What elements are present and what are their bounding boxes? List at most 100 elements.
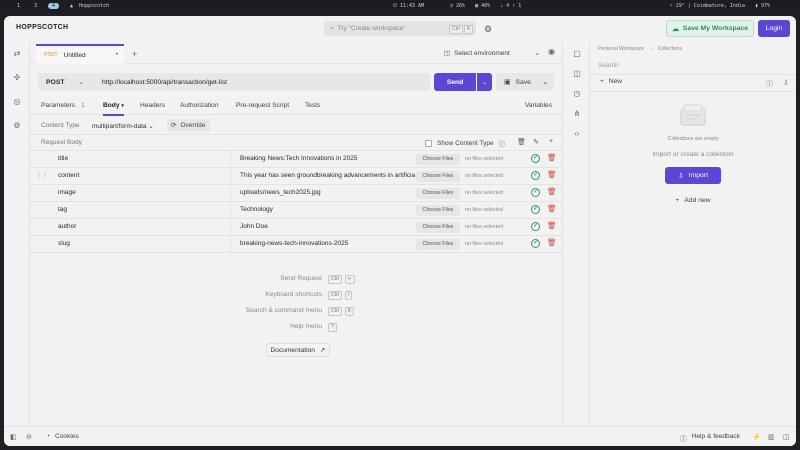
- form-value[interactable]: This year has seen groundbreaking advanc…: [240, 172, 415, 179]
- form-value[interactable]: Technology: [240, 206, 415, 213]
- import-icon[interactable]: ⇩: [783, 79, 789, 87]
- choose-files-button[interactable]: Choose Files: [416, 238, 460, 250]
- choose-files-button[interactable]: Choose Files: [416, 187, 460, 199]
- unsaved-indicator[interactable]: •: [116, 52, 118, 58]
- save-workspace-button[interactable]: ☁ Save My Workspace: [666, 20, 754, 37]
- tab-authorization[interactable]: Authorization: [180, 102, 219, 109]
- side-panel-tabs: ▢ ◫ ◷ ⋔ ‹›: [562, 41, 590, 426]
- form-value[interactable]: uploads/news_tech2025.jpg: [240, 189, 415, 196]
- show-content-type-checkbox[interactable]: [425, 139, 432, 147]
- history-icon[interactable]: ◷: [572, 89, 582, 99]
- shortcut-key: Ctrl: [328, 307, 342, 316]
- workspace-switcher[interactable]: 1 3 4 ▲ Hoppscotch: [14, 3, 115, 9]
- form-key[interactable]: image: [58, 189, 76, 196]
- new-collection-button[interactable]: + New: [600, 78, 622, 85]
- enabled-check-icon[interactable]: ✓: [531, 238, 540, 248]
- delete-row-icon[interactable]: 🗑: [547, 153, 557, 163]
- choose-files-button[interactable]: Choose Files: [416, 170, 460, 182]
- rest-icon[interactable]: ⇄: [12, 49, 22, 59]
- breadcrumb-workspace[interactable]: Personal Workspace: [598, 46, 644, 52]
- add-tab-button[interactable]: +: [132, 49, 137, 59]
- form-value[interactable]: Breaking News:Tech Innovations in 2025: [240, 155, 415, 162]
- enabled-check-icon[interactable]: ✓: [531, 153, 540, 163]
- share-icon[interactable]: ⋔: [572, 109, 582, 119]
- tab-headers[interactable]: Headers: [140, 102, 165, 109]
- help-feedback-button[interactable]: ⓘ Help & feedback: [680, 433, 740, 443]
- brand-logo[interactable]: HOPPSCOTCH: [16, 24, 68, 31]
- import-icon: ⇩: [678, 172, 684, 180]
- collections-panel: Personal Workspace › Collections Search …: [590, 41, 796, 426]
- drag-handle-icon[interactable]: ⋮⋮: [36, 172, 48, 179]
- minimize-icon[interactable]: ⊖: [26, 433, 32, 441]
- graphql-icon[interactable]: ✣: [12, 73, 22, 83]
- split-view-icon[interactable]: ◫: [783, 433, 790, 441]
- choose-files-button[interactable]: Choose Files: [416, 221, 460, 233]
- environments-layers-icon[interactable]: ◫: [572, 69, 582, 79]
- help-circle-icon[interactable]: ⓘ: [499, 138, 506, 148]
- form-key[interactable]: content: [58, 172, 79, 179]
- delete-row-icon[interactable]: 🗑: [547, 170, 557, 180]
- add-icon[interactable]: +: [549, 138, 553, 145]
- shortcuts-icon[interactable]: ⚡: [752, 433, 761, 441]
- realtime-globe-icon[interactable]: ◎: [12, 97, 22, 107]
- form-key[interactable]: title: [58, 155, 68, 162]
- workspace-3[interactable]: 3: [31, 3, 40, 9]
- tab-parameters[interactable]: Parameters 1: [41, 102, 85, 109]
- tab-body[interactable]: Body ▾: [103, 102, 124, 116]
- collections-search-input[interactable]: Search: [598, 62, 619, 69]
- send-button[interactable]: Send: [434, 73, 476, 91]
- show-content-type-toggle[interactable]: Show Content Type ⓘ: [425, 138, 505, 148]
- choose-files-button[interactable]: Choose Files: [416, 204, 460, 216]
- save-button[interactable]: ▣ Save ⌄: [496, 73, 554, 91]
- gear-icon[interactable]: ⚙: [484, 24, 494, 34]
- trash-icon[interactable]: 🗑: [517, 138, 526, 146]
- column-divider: [230, 219, 231, 235]
- empty-state-text: Collections are empty: [667, 136, 719, 142]
- documentation-link[interactable]: Documentation ↗: [266, 343, 330, 357]
- tab-tests[interactable]: Tests: [305, 102, 320, 109]
- sidebar-toggle-icon[interactable]: ◧: [10, 433, 17, 441]
- delete-row-icon[interactable]: 🗑: [547, 187, 557, 197]
- cookies-button[interactable]: ◔ Cookies: [46, 433, 79, 440]
- collections-folder-icon[interactable]: ▢: [572, 49, 582, 59]
- enabled-check-icon[interactable]: ✓: [531, 170, 540, 180]
- method-select[interactable]: POST ⌄: [38, 73, 90, 91]
- import-button[interactable]: ⇩ Import: [665, 167, 721, 184]
- delete-row-icon[interactable]: 🗑: [547, 204, 557, 214]
- enabled-check-icon[interactable]: ✓: [531, 187, 540, 197]
- enabled-check-icon[interactable]: ✓: [531, 221, 540, 231]
- breadcrumb-collections[interactable]: Collections: [658, 46, 682, 52]
- help-circle-icon[interactable]: ⓘ: [766, 79, 773, 89]
- content-type-select[interactable]: multipart/form-data ⌄: [92, 122, 154, 130]
- url-input[interactable]: http://localhost:5000/api/transaction/ge…: [90, 73, 430, 91]
- eye-icon[interactable]: ◉: [548, 47, 555, 56]
- override-button[interactable]: ⟳ Override: [167, 119, 211, 131]
- column-divider: [230, 168, 231, 184]
- add-new-button[interactable]: + Add new: [665, 193, 721, 207]
- code-icon[interactable]: ‹›: [572, 129, 582, 139]
- layout-icon[interactable]: ▥: [768, 433, 775, 441]
- form-key[interactable]: author: [58, 223, 76, 230]
- environment-select[interactable]: ◫ Select environment ⌄: [444, 47, 540, 59]
- workspace-1[interactable]: 1: [14, 3, 23, 9]
- workspace-search[interactable]: ⌕ Try "Create workspace" Ctrl K: [324, 21, 476, 36]
- bulk-edit-icon[interactable]: ✎: [533, 138, 539, 146]
- login-button[interactable]: Login: [758, 20, 790, 37]
- form-value[interactable]: John Doe: [240, 223, 415, 230]
- workspace-4[interactable]: 4: [48, 3, 60, 9]
- delete-row-icon[interactable]: 🗑: [547, 238, 557, 248]
- form-key[interactable]: slug: [58, 240, 70, 247]
- enabled-check-icon[interactable]: ✓: [531, 204, 540, 214]
- content-type-label: Content Type: [41, 122, 80, 129]
- settings-icon[interactable]: ⚙: [12, 121, 22, 131]
- form-value[interactable]: breaking-news-tech-innovations-2025: [240, 240, 415, 247]
- form-row: title Breaking News:Tech Innovations in …: [30, 151, 562, 168]
- send-options-button[interactable]: ⌄: [477, 73, 492, 91]
- delete-row-icon[interactable]: 🗑: [547, 221, 557, 231]
- tab-pre-request-script[interactable]: Pre-request Script: [236, 102, 289, 109]
- left-navigation: ⇄ ✣ ◎ ⚙: [4, 41, 30, 426]
- request-tab[interactable]: POST Untitled •: [36, 44, 124, 64]
- tab-variables[interactable]: Variables: [525, 102, 552, 109]
- form-key[interactable]: tag: [58, 206, 67, 213]
- choose-files-button[interactable]: Choose Files: [416, 153, 460, 165]
